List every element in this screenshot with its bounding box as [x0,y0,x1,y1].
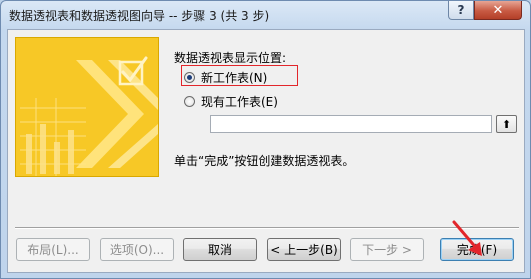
radio-existing-worksheet-label: 现有工作表(E) [201,95,278,109]
dialog-body: 数据透视表显示位置: 新工作表(N) 现有工作表(E) ⬆ 单击“完成”按钮创建… [7,29,525,273]
window-title: 数据透视表和数据透视图向导 -- 步骤 3 (共 3 步) [9,9,270,23]
collapse-dialog-button[interactable]: ⬆ [496,115,517,133]
layout-button[interactable]: 布局(L)... [16,238,90,261]
wizard-illustration [15,37,159,177]
instruction-text: 单击“完成”按钮创建数据透视表。 [174,154,355,168]
next-button[interactable]: 下一步 > [350,238,424,261]
close-icon: ✕ [492,2,504,18]
radio-button-unchecked[interactable] [184,96,195,107]
radio-existing-worksheet[interactable]: 现有工作表(E) [184,93,278,110]
placement-label: 数据透视表显示位置: [174,51,287,65]
range-input[interactable] [210,115,492,133]
annotation-highlight-box [181,65,298,86]
help-button[interactable]: ? [448,1,474,20]
wizard-window: 数据透视表和数据透视图向导 -- 步骤 3 (共 3 步) ? ✕ 数据透视表显… [0,0,531,279]
close-button[interactable]: ✕ [474,1,522,20]
annotation-arrow-icon [452,220,482,256]
options-button[interactable]: 选项(O)... [100,238,174,261]
divider [15,227,519,229]
cancel-button[interactable]: 取消 [183,238,257,261]
help-icon: ? [457,3,465,17]
back-button[interactable]: < 上一步(B) [267,238,341,261]
arrow-up-icon: ⬆ [501,117,512,131]
